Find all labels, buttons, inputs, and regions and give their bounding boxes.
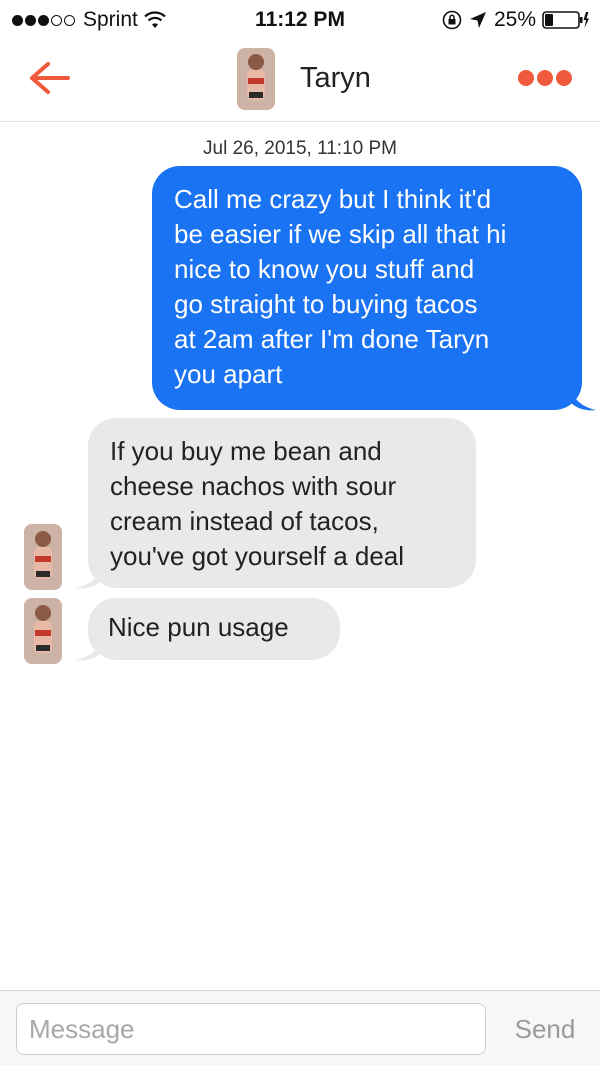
battery-percent: 25% xyxy=(493,8,536,31)
battery-icon xyxy=(542,11,589,29)
incoming-message[interactable]: Nice pun usage xyxy=(88,598,340,660)
message-line: Call me crazy but I think it'd xyxy=(174,184,492,214)
message-line: you've got yourself a deal xyxy=(110,541,405,571)
status-bar: Sprint 11:12 PM 25% xyxy=(0,0,600,40)
incoming-message[interactable]: If you buy me bean and cheese nachos wit… xyxy=(88,418,476,588)
chat-screen: Sprint 11:12 PM 25% Taryn Jul 26, 2015, … xyxy=(0,0,600,1065)
contact-name[interactable]: Taryn xyxy=(300,62,371,95)
message-composer: Send xyxy=(0,990,600,1065)
message-line: Nice pun usage xyxy=(108,612,289,642)
contact-avatar-small[interactable] xyxy=(24,524,62,590)
message-input[interactable] xyxy=(16,1003,486,1055)
message-line: cream instead of tacos, xyxy=(110,506,379,536)
back-button[interactable] xyxy=(26,58,72,98)
rotation-lock-icon xyxy=(442,10,462,30)
send-button[interactable]: Send xyxy=(500,1003,590,1055)
location-arrow-icon xyxy=(469,12,486,28)
message-line: be easier if we skip all that hi xyxy=(174,219,507,249)
contact-avatar[interactable] xyxy=(237,48,275,110)
conversation-header: Taryn xyxy=(0,40,600,122)
incoming-bubble-tail xyxy=(76,638,102,661)
outgoing-message[interactable]: Call me crazy but I think it'd be easier… xyxy=(152,166,582,410)
thread-timestamp: Jul 26, 2015, 11:10 PM xyxy=(203,138,397,159)
message-line: nice to know you stuff and xyxy=(174,254,475,284)
message-line: at 2am after I'm done Taryn xyxy=(174,324,490,354)
message-line: cheese nachos with sour xyxy=(110,471,397,501)
contact-avatar-small[interactable] xyxy=(24,598,62,664)
incoming-bubble-tail xyxy=(76,566,102,589)
message-line: go straight to buying tacos xyxy=(174,289,478,319)
message-line: you apart xyxy=(174,359,283,389)
outgoing-bubble-tail xyxy=(570,388,596,411)
more-options-button[interactable] xyxy=(516,68,574,88)
message-line: If you buy me bean and xyxy=(110,436,382,466)
status-right: 25% xyxy=(442,8,590,32)
